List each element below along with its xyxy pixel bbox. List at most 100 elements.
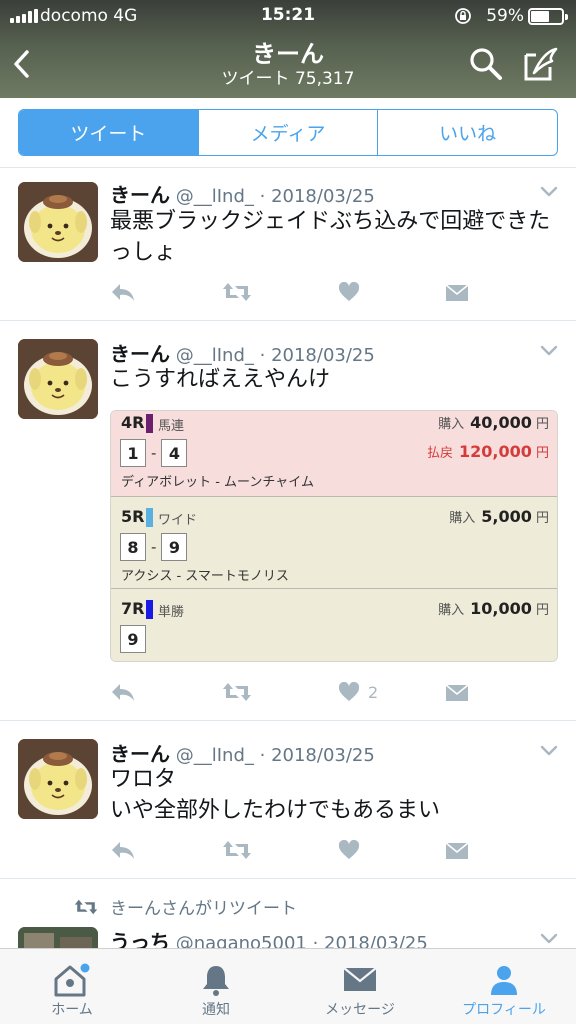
- like-button[interactable]: [338, 279, 368, 305]
- retweet-button[interactable]: [222, 279, 252, 305]
- home-icon: [54, 963, 90, 997]
- race-entry: 4R 馬連 購入 40,000 円 払戻 120,000 円 1 - 4 ディアボレ…: [111, 411, 557, 497]
- tweet-date: · 2018/03/25: [259, 186, 375, 207]
- horse-numbers: 1 - 4: [120, 439, 188, 467]
- tab-likes[interactable]: いいね: [377, 110, 557, 155]
- race-entry: 5R ワイド 購入 5,000 円 8 - 9 アクシス - スマートモノリス: [111, 497, 557, 589]
- tweet-card[interactable]: きーん @__lInd_ · 2018/03/25 最悪ブラックジェイドぶち込み…: [0, 168, 576, 321]
- tweet-author-name[interactable]: きーん: [110, 342, 170, 366]
- retweet-button[interactable]: [222, 679, 252, 705]
- tweet-author-handle: @__lInd_: [175, 186, 254, 207]
- profile-tabs-bar: ツイート メディア いいね: [0, 98, 576, 168]
- purchase-amount: 購入 5,000 円: [449, 507, 549, 526]
- horse-number: 8: [120, 533, 146, 561]
- tweet-author-handle: @__lInd_: [175, 745, 254, 766]
- segmented-control: ツイート メディア いいね: [18, 109, 558, 156]
- retweet-icon: [74, 899, 98, 914]
- tab-notifications[interactable]: 通知: [144, 949, 288, 1024]
- envelope-icon: [445, 284, 469, 301]
- tweet-author-name[interactable]: きーん: [110, 183, 170, 207]
- tweet-header: きーん @__lInd_ · 2018/03/25: [110, 338, 375, 367]
- tweet-actions: [110, 279, 470, 305]
- reply-button[interactable]: [110, 837, 136, 863]
- purchase-amount: 購入 40,000 円: [438, 413, 549, 432]
- tweet-text: 最悪ブラックジェイドぶち込みで回避できたっしょ: [110, 209, 551, 265]
- tab-tweets[interactable]: ツイート: [19, 110, 198, 155]
- bet-type: 馬連: [158, 419, 185, 434]
- tab-media[interactable]: メディア: [197, 110, 378, 155]
- heart-icon: [338, 682, 360, 701]
- bet-type-marker: [146, 600, 153, 619]
- bet-type-marker: [146, 508, 153, 527]
- profile-header: docomo 4G 15:21 59% きーん ツイート 75,317: [0, 0, 576, 98]
- chevron-down-icon[interactable]: [540, 186, 558, 198]
- tweet-card[interactable]: きーん @__lInd_ · 2018/03/25 ワロタ いや全部外したわけで…: [0, 721, 576, 879]
- heart-icon: [338, 282, 360, 301]
- bottom-tab-bar: ホーム 通知 メッセージ プロフィール: [0, 948, 576, 1024]
- horse-number: 4: [161, 439, 188, 467]
- betting-ticket-card[interactable]: 4R 馬連 購入 40,000 円 払戻 120,000 円 1 - 4 ディアボレ…: [110, 410, 558, 662]
- reply-button[interactable]: [110, 679, 136, 705]
- compose-tweet-icon[interactable]: [522, 45, 560, 83]
- race-number: 5R: [121, 507, 145, 526]
- race-number: 4R: [121, 413, 145, 432]
- heart-icon: [338, 840, 360, 859]
- tweet-header: きーん @__lInd_ · 2018/03/25: [110, 179, 375, 208]
- search-icon[interactable]: [468, 46, 504, 82]
- bet-type: ワイド: [158, 513, 198, 528]
- retweet-button[interactable]: [222, 837, 252, 863]
- tweet-author-name[interactable]: きーん: [110, 742, 170, 766]
- tweet-date: · 2018/03/25: [259, 745, 375, 766]
- bell-icon: [203, 966, 229, 996]
- rotation-lock-icon: [455, 8, 471, 24]
- avatar[interactable]: [18, 182, 98, 262]
- tab-label: ホーム: [51, 1002, 93, 1018]
- tab-messages[interactable]: メッセージ: [288, 949, 432, 1024]
- tweet-author-handle: @__lInd_: [175, 345, 254, 366]
- tweet-actions: 2: [110, 679, 470, 705]
- tweet-text: こうすればええやんけ: [110, 367, 331, 392]
- horse-names: ディアボレット - ムーンチャイム: [121, 475, 315, 490]
- tab-label: プロフィール: [462, 1002, 546, 1018]
- retweet-icon: [223, 841, 251, 859]
- person-icon: [491, 966, 517, 995]
- payout-amount: 払戻 120,000 円: [426, 442, 549, 461]
- reply-icon: [112, 284, 134, 301]
- purchase-amount: 購入 10,000 円: [438, 599, 549, 618]
- envelope-icon: [445, 842, 469, 859]
- envelope-icon: [343, 967, 377, 991]
- horse-numbers: 9: [120, 625, 146, 653]
- tab-label: 通知: [202, 1002, 230, 1018]
- status-bar: docomo 4G 15:21 59%: [0, 0, 576, 32]
- battery-percent: 59%: [486, 6, 524, 26]
- chevron-down-icon[interactable]: [540, 345, 558, 357]
- chevron-down-icon[interactable]: [540, 745, 558, 757]
- retweet-icon: [223, 283, 251, 301]
- like-count: 2: [368, 682, 379, 702]
- dm-share-button[interactable]: [445, 279, 469, 305]
- like-button[interactable]: [338, 837, 368, 863]
- like-button[interactable]: 2: [338, 679, 378, 705]
- race-entry: 7R 単勝 購入 10,000 円 9: [111, 589, 557, 661]
- horse-numbers: 8 - 9: [120, 533, 188, 561]
- dm-share-button[interactable]: [445, 837, 469, 863]
- horse-number: 1: [120, 439, 146, 467]
- chevron-down-icon[interactable]: [540, 933, 558, 945]
- tab-label: メッセージ: [325, 1002, 395, 1018]
- reply-icon: [112, 684, 134, 701]
- tweet-text: ワロタ いや全部外したわけでもあるまい: [110, 767, 441, 823]
- dm-share-button[interactable]: [445, 679, 469, 705]
- bet-type-marker: [146, 414, 153, 433]
- race-number: 7R: [121, 599, 145, 618]
- horse-number: 9: [120, 625, 146, 653]
- reply-icon: [112, 842, 134, 859]
- tab-profile[interactable]: プロフィール: [432, 949, 576, 1024]
- tab-home[interactable]: ホーム: [0, 949, 144, 1024]
- retweet-notice-text: きーんさんがリツイート: [110, 899, 297, 919]
- tweet-actions: [110, 837, 470, 863]
- retweet-notice: きーんさんがリツイート: [74, 894, 297, 919]
- reply-button[interactable]: [110, 279, 136, 305]
- avatar[interactable]: [18, 339, 98, 419]
- avatar[interactable]: [18, 739, 98, 819]
- tweet-card[interactable]: きーん @__lInd_ · 2018/03/25 こうすればええやんけ 4R …: [0, 321, 576, 721]
